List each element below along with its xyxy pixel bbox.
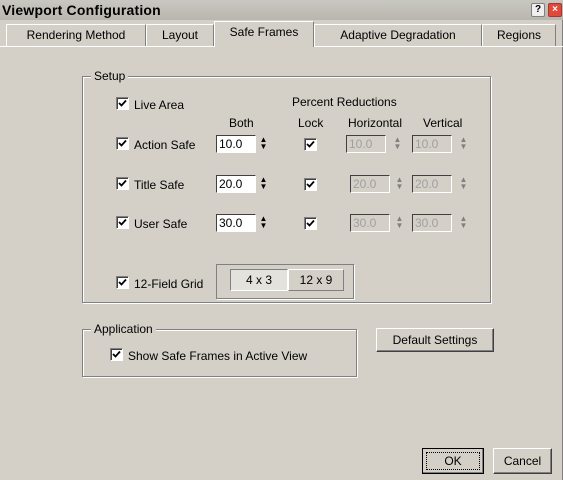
user-safe-both-spinner[interactable]: ▲ ▼	[258, 215, 269, 231]
grid-12x9-button[interactable]: 12 x 9	[288, 269, 344, 291]
tab-safe-frames[interactable]: Safe Frames	[214, 21, 314, 47]
both-column-header: Both	[229, 116, 254, 130]
checkmark-icon	[306, 180, 315, 188]
action-safe-both-spinner[interactable]: ▲ ▼	[258, 136, 269, 152]
tab-strip: Rendering Method Layout Safe Frames Adap…	[0, 20, 563, 47]
checkmark-icon	[118, 99, 127, 107]
show-safe-frames-checkbox[interactable]	[110, 348, 123, 361]
percent-reductions-label: Percent Reductions	[292, 95, 397, 109]
title-safe-both-input[interactable]: 20.0	[216, 175, 256, 193]
checkmark-icon	[118, 179, 127, 187]
spinner-down-icon: ▼	[259, 182, 268, 191]
action-safe-both-input[interactable]: 10.0	[216, 135, 256, 153]
tab-layout[interactable]: Layout	[146, 24, 214, 47]
user-safe-checkbox[interactable]	[116, 216, 129, 229]
close-icon: ×	[552, 4, 558, 15]
checkmark-icon	[112, 350, 121, 358]
live-area-label: Live Area	[134, 98, 185, 112]
title-safe-checkbox[interactable]	[116, 177, 129, 190]
user-safe-horizontal-input: 30.0	[350, 214, 390, 232]
title-safe-lock-checkbox[interactable]	[304, 178, 317, 191]
grid-4x3-button[interactable]: 4 x 3	[230, 269, 288, 291]
action-safe-vertical-input: 10.0	[412, 135, 452, 153]
checkmark-icon	[306, 219, 315, 227]
horizontal-column-header: Horizontal	[348, 116, 403, 130]
user-safe-lock-checkbox[interactable]	[304, 217, 317, 230]
title-safe-vertical-spinner: ▲ ▼	[458, 176, 469, 192]
user-safe-horizontal-spinner: ▲ ▼	[394, 215, 405, 231]
tab-adaptive-degradation[interactable]: Adaptive Degradation	[314, 24, 482, 47]
spinner-down-icon: ▼	[395, 221, 404, 230]
spinner-down-icon: ▼	[459, 142, 468, 151]
field-grid-checkbox[interactable]	[116, 276, 129, 289]
spinner-down-icon: ▼	[393, 142, 402, 151]
show-safe-frames-label: Show Safe Frames in Active View	[128, 349, 308, 363]
title-safe-horizontal-spinner: ▲ ▼	[394, 176, 405, 192]
action-safe-lock-checkbox[interactable]	[304, 138, 317, 151]
ok-button[interactable]: OK	[422, 448, 484, 474]
title-bar: Viewport Configuration ? ×	[0, 0, 563, 20]
field-grid-label: 12-Field Grid	[134, 277, 204, 291]
spinner-down-icon: ▼	[395, 182, 404, 191]
setup-group-label: Setup	[91, 69, 129, 83]
user-safe-vertical-spinner: ▲ ▼	[458, 215, 469, 231]
viewport-configuration-dialog: Viewport Configuration ? × Rendering Met…	[0, 0, 563, 480]
action-safe-horizontal-input: 10.0	[346, 135, 386, 153]
close-button[interactable]: ×	[548, 3, 562, 17]
vertical-column-header: Vertical	[423, 116, 463, 130]
title-safe-label: Title Safe	[134, 178, 185, 192]
title-safe-both-spinner[interactable]: ▲ ▼	[258, 176, 269, 192]
checkmark-icon	[118, 278, 127, 286]
action-safe-horizontal-spinner: ▲ ▼	[392, 136, 403, 152]
checkmark-icon	[306, 140, 315, 148]
user-safe-both-input[interactable]: 30.0	[216, 214, 256, 232]
spinner-down-icon: ▼	[259, 221, 268, 230]
cancel-button[interactable]: Cancel	[493, 448, 552, 474]
spinner-down-icon: ▼	[459, 221, 468, 230]
focus-rect	[426, 452, 480, 470]
field-grid-options: 4 x 3 12 x 9	[216, 264, 354, 299]
user-safe-label: User Safe	[134, 217, 188, 231]
tab-regions[interactable]: Regions	[482, 24, 556, 47]
live-area-checkbox[interactable]	[116, 97, 129, 110]
lock-column-header: Lock	[298, 116, 324, 130]
title-safe-vertical-input: 20.0	[412, 175, 452, 193]
checkmark-icon	[118, 218, 127, 226]
title-safe-horizontal-input: 20.0	[350, 175, 390, 193]
spinner-down-icon: ▼	[259, 142, 268, 151]
window-title: Viewport Configuration	[2, 2, 161, 18]
spinner-down-icon: ▼	[459, 182, 468, 191]
checkmark-icon	[118, 139, 127, 147]
help-icon: ?	[534, 4, 542, 15]
application-group-label: Application	[91, 322, 156, 336]
action-safe-vertical-spinner: ▲ ▼	[458, 136, 469, 152]
user-safe-vertical-input: 30.0	[412, 214, 452, 232]
action-safe-label: Action Safe	[134, 138, 196, 152]
help-button[interactable]: ?	[531, 3, 545, 17]
default-settings-button[interactable]: Default Settings	[376, 328, 494, 352]
tab-rendering-method[interactable]: Rendering Method	[6, 24, 146, 47]
action-safe-checkbox[interactable]	[116, 137, 129, 150]
